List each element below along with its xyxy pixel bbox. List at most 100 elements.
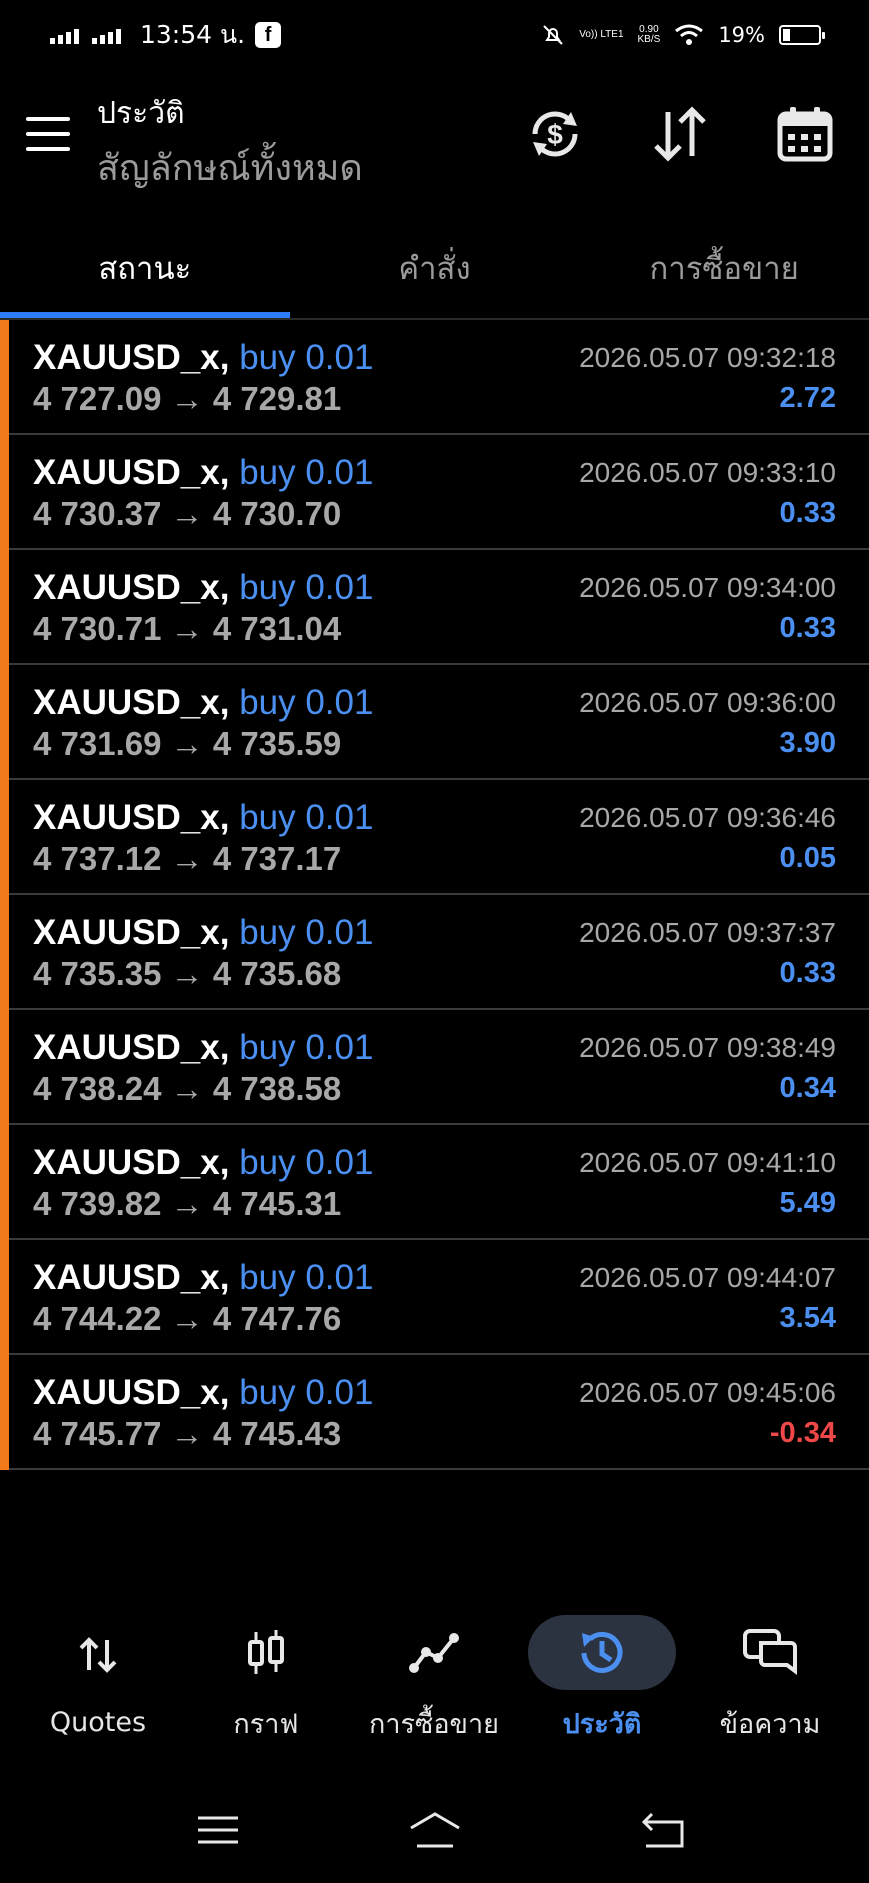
close-price: 4 735.68 — [212, 955, 342, 992]
calendar-icon[interactable] — [775, 104, 835, 164]
trade-profit: 0.05 — [779, 842, 836, 874]
status-right: Vo)) LTE1 0.90 KB/S 19% — [541, 23, 825, 47]
trade-symbol: XAUUSD_x, — [33, 568, 230, 607]
trade-profit: 3.54 — [779, 1302, 836, 1334]
arrow-right-icon: → — [170, 1070, 204, 1107]
recent-apps-icon[interactable] — [193, 1808, 243, 1852]
status-bar: 13:54 น. f Vo)) LTE1 0.90 KB/S 19% — [0, 0, 869, 70]
arrow-right-icon: → — [170, 725, 204, 762]
trade-time: 2026.05.07 09:36:46 — [579, 802, 836, 833]
trade-row[interactable]: XAUUSD_x, buy 0.01 4 731.69 → 4 735.59 202… — [0, 665, 869, 780]
trade-prices: 4 731.69 → 4 735.59 — [33, 725, 341, 763]
trade-type-volume: buy 0.01 — [239, 568, 374, 607]
quotes-arrows-icon — [24, 1615, 172, 1695]
battery-icon — [779, 25, 825, 45]
trade-prices: 4 738.24 → 4 738.58 — [33, 1070, 341, 1108]
battery-percent: 19% — [718, 23, 765, 47]
trade-symbol-type: XAUUSD_x, buy 0.01 — [33, 913, 373, 953]
close-price: 4 731.04 — [212, 610, 342, 647]
open-price: 4 738.24 — [33, 1070, 162, 1107]
trade-profit: 0.33 — [779, 957, 836, 989]
trade-row[interactable]: XAUUSD_x, buy 0.01 4 735.35 → 4 735.68 202… — [0, 895, 869, 1010]
trade-prices: 4 735.35 → 4 735.68 — [33, 955, 341, 993]
trade-row[interactable]: XAUUSD_x, buy 0.01 4 730.37 → 4 730.70 202… — [0, 435, 869, 550]
open-price: 4 731.69 — [33, 725, 162, 762]
trade-row[interactable]: XAUUSD_x, buy 0.01 4 727.09 → 4 729.81 202… — [0, 320, 869, 435]
signal-icon — [50, 29, 121, 44]
trade-prices: 4 730.37 → 4 730.70 — [33, 495, 341, 533]
trade-profit: 2.72 — [779, 382, 836, 414]
nav-item-trade[interactable]: การซื้อขาย — [350, 1615, 518, 1745]
open-price: 4 739.82 — [33, 1185, 162, 1222]
trade-profit: 0.33 — [779, 497, 836, 529]
arrow-right-icon: → — [170, 380, 204, 417]
title-block[interactable]: ประวัติ สัญลักษณ์ทั้งหมด — [97, 90, 363, 196]
history-clock-icon — [528, 1615, 676, 1690]
system-navigation-bar — [0, 1800, 869, 1860]
nav-item-quotes[interactable]: Quotes — [14, 1615, 182, 1745]
trade-time: 2026.05.07 09:33:10 — [579, 457, 836, 488]
app-header: ประวัติ สัญลักษณ์ทั้งหมด $ — [0, 82, 869, 192]
trade-time: 2026.05.07 09:36:00 — [579, 687, 836, 718]
arrow-right-icon: → — [170, 495, 204, 532]
trade-symbol-type: XAUUSD_x, buy 0.01 — [33, 683, 373, 723]
history-tabs: สถานะ คำสั่ง การซื้อขาย — [0, 225, 869, 319]
trade-symbol-type: XAUUSD_x, buy 0.01 — [33, 1373, 373, 1413]
nav-label: การซื้อขาย — [369, 1709, 499, 1740]
volte-indicator: Vo)) LTE1 — [579, 30, 623, 40]
nav-item-history[interactable]: ประวัติ — [518, 1615, 686, 1745]
trade-type-volume: buy 0.01 — [239, 798, 374, 837]
hamburger-menu-icon[interactable] — [26, 117, 70, 151]
tab-orders[interactable]: คำสั่ง — [290, 225, 580, 319]
symbol-filter-label: สัญลักษณ์ทั้งหมด — [97, 148, 363, 189]
chat-bubbles-icon — [696, 1615, 844, 1690]
speed-unit: KB/S — [637, 34, 661, 45]
trade-symbol-type: XAUUSD_x, buy 0.01 — [33, 798, 373, 838]
trade-profit: 5.49 — [779, 1187, 836, 1219]
back-icon[interactable] — [638, 1808, 688, 1852]
trade-row[interactable]: XAUUSD_x, buy 0.01 4 745.77 → 4 745.43 202… — [0, 1355, 869, 1470]
home-icon[interactable] — [407, 1808, 463, 1852]
trade-time: 2026.05.07 09:41:10 — [579, 1147, 836, 1178]
trade-type-volume: buy 0.01 — [239, 1143, 374, 1182]
open-price: 4 735.35 — [33, 955, 162, 992]
tab-positions[interactable]: สถานะ — [0, 225, 290, 319]
trade-prices: 4 739.82 → 4 745.31 — [33, 1185, 341, 1223]
trade-symbol: XAUUSD_x, — [33, 1373, 230, 1412]
open-price: 4 745.77 — [33, 1415, 162, 1452]
mute-bell-icon — [543, 25, 563, 45]
trade-row[interactable]: XAUUSD_x, buy 0.01 4 744.22 → 4 747.76 202… — [0, 1240, 869, 1355]
trade-symbol: XAUUSD_x, — [33, 1143, 230, 1182]
trade-time: 2026.05.07 09:45:06 — [579, 1377, 836, 1408]
trade-symbol-type: XAUUSD_x, buy 0.01 — [33, 453, 373, 493]
wifi-icon — [675, 24, 704, 45]
sort-arrows-icon[interactable] — [650, 104, 710, 164]
open-price: 4 737.12 — [33, 840, 162, 877]
trade-profit: -0.34 — [769, 1417, 836, 1449]
nav-item-messages[interactable]: ข้อความ — [686, 1615, 854, 1745]
trade-prices: 4 744.22 → 4 747.76 — [33, 1300, 341, 1338]
close-price: 4 737.17 — [212, 840, 342, 877]
trade-type-volume: buy 0.01 — [239, 453, 374, 492]
trade-row[interactable]: XAUUSD_x, buy 0.01 4 737.12 → 4 737.17 202… — [0, 780, 869, 895]
trade-row[interactable]: XAUUSD_x, buy 0.01 4 738.24 → 4 738.58 202… — [0, 1010, 869, 1125]
volte-label: Vo)) LTE1 — [579, 29, 624, 40]
trade-time: 2026.05.07 09:38:49 — [579, 1032, 836, 1063]
tab-deals[interactable]: การซื้อขาย — [579, 225, 869, 319]
battery-fill — [783, 29, 790, 41]
arrow-right-icon: → — [170, 1300, 204, 1337]
trade-type-volume: buy 0.01 — [239, 1028, 374, 1067]
close-price: 4 738.58 — [212, 1070, 342, 1107]
nav-label: กราฟ — [233, 1709, 299, 1740]
trade-profit: 3.90 — [779, 727, 836, 759]
dollar-refresh-icon[interactable]: $ — [525, 104, 585, 164]
nav-label: ข้อความ — [719, 1709, 821, 1740]
trade-row[interactable]: XAUUSD_x, buy 0.01 4 730.71 → 4 731.04 202… — [0, 550, 869, 665]
nav-item-chart[interactable]: กราฟ — [182, 1615, 350, 1745]
trade-row[interactable]: XAUUSD_x, buy 0.01 4 739.82 → 4 745.31 202… — [0, 1125, 869, 1240]
trade-prices: 4 737.12 → 4 737.17 — [33, 840, 341, 878]
trade-time: 2026.05.07 09:37:37 — [579, 917, 836, 948]
svg-text:$: $ — [547, 119, 563, 150]
trade-time: 2026.05.07 09:44:07 — [579, 1262, 836, 1293]
close-price: 4 745.43 — [212, 1415, 342, 1452]
